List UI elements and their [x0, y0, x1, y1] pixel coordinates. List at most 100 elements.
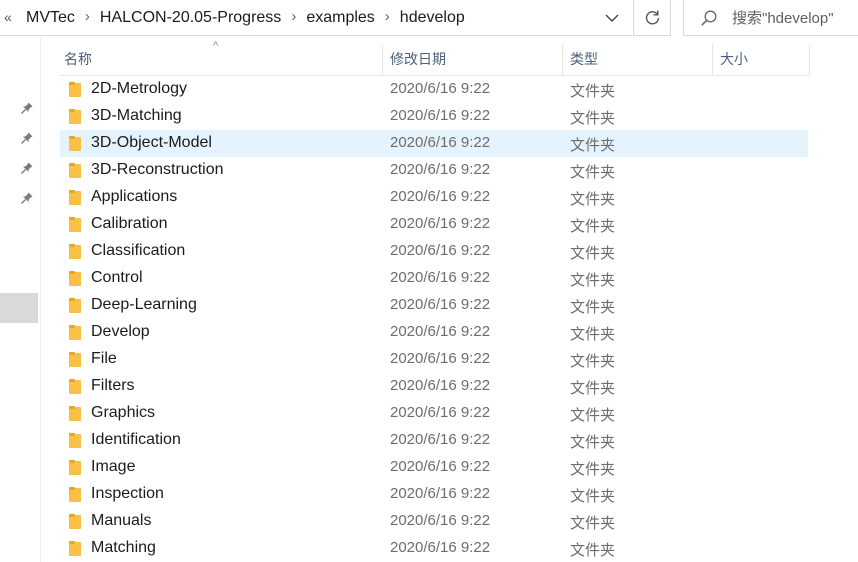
file-date: 2020/6/16 9:22: [390, 323, 491, 340]
column-header: ^ 名称 修改日期 类型 大小: [60, 40, 810, 76]
breadcrumb-separator-icon[interactable]: ›: [79, 8, 96, 25]
nav-selected-item[interactable]: [0, 293, 38, 323]
table-row[interactable]: Develop 2020/6/16 9:22 文件夹: [60, 319, 808, 346]
file-type: 文件夹: [570, 83, 616, 100]
folder-icon: [69, 163, 81, 178]
breadcrumb-overflow-button[interactable]: «: [4, 9, 12, 25]
file-name[interactable]: Inspection: [91, 485, 164, 503]
breadcrumb-separator-icon[interactable]: ›: [379, 8, 396, 25]
search-icon: [700, 9, 718, 27]
folder-icon: [69, 136, 81, 151]
breadcrumb-item-examples[interactable]: examples: [302, 9, 378, 27]
column-header-type[interactable]: 类型: [570, 44, 598, 75]
file-date: 2020/6/16 9:22: [390, 377, 491, 394]
sort-ascending-icon: ^: [213, 40, 219, 52]
search-input[interactable]: 搜索"hdevelop": [683, 0, 858, 36]
table-row[interactable]: Graphics 2020/6/16 9:22 文件夹: [60, 400, 808, 427]
file-date: 2020/6/16 9:22: [390, 350, 491, 367]
column-header-size[interactable]: 大小: [720, 44, 748, 75]
breadcrumb-item-hdevelop[interactable]: hdevelop: [396, 9, 469, 27]
table-row[interactable]: Matching 2020/6/16 9:22 文件夹: [60, 535, 808, 562]
table-row[interactable]: Applications 2020/6/16 9:22 文件夹: [60, 184, 808, 211]
file-name[interactable]: 3D-Reconstruction: [91, 161, 224, 179]
file-name[interactable]: Matching: [91, 539, 156, 557]
file-date: 2020/6/16 9:22: [390, 404, 491, 421]
breadcrumb-item-halcon[interactable]: HALCON-20.05-Progress: [96, 9, 285, 27]
table-row[interactable]: File 2020/6/16 9:22 文件夹: [60, 346, 808, 373]
refresh-icon: [645, 10, 659, 25]
column-header-name[interactable]: 名称: [64, 44, 92, 75]
file-name[interactable]: Applications: [91, 188, 177, 206]
table-row[interactable]: Image 2020/6/16 9:22 文件夹: [60, 454, 808, 481]
table-row[interactable]: Control 2020/6/16 9:22 文件夹: [60, 265, 808, 292]
column-divider[interactable]: [712, 44, 713, 75]
file-date: 2020/6/16 9:22: [390, 539, 491, 556]
file-date: 2020/6/16 9:22: [390, 107, 491, 124]
file-date: 2020/6/16 9:22: [390, 458, 491, 475]
file-date: 2020/6/16 9:22: [390, 296, 491, 313]
column-divider[interactable]: [809, 44, 810, 75]
folder-icon: [69, 190, 81, 205]
table-row[interactable]: Manuals 2020/6/16 9:22 文件夹: [60, 508, 808, 535]
file-name[interactable]: Graphics: [91, 404, 155, 422]
breadcrumb-separator-icon[interactable]: ›: [285, 8, 302, 25]
pin-icon[interactable]: [20, 191, 34, 205]
table-row[interactable]: 3D-Reconstruction 2020/6/16 9:22 文件夹: [60, 157, 808, 184]
file-name[interactable]: Control: [91, 269, 143, 287]
refresh-button[interactable]: [633, 0, 671, 36]
folder-icon: [69, 217, 81, 232]
file-type: 文件夹: [570, 515, 616, 532]
file-name[interactable]: Manuals: [91, 512, 151, 530]
file-name[interactable]: 3D-Matching: [91, 107, 182, 125]
file-name[interactable]: Deep-Learning: [91, 296, 197, 314]
column-divider[interactable]: [562, 44, 563, 75]
file-name[interactable]: Develop: [91, 323, 150, 341]
breadcrumb: MVTec › HALCON-20.05-Progress › examples…: [22, 0, 469, 35]
table-row[interactable]: Classification 2020/6/16 9:22 文件夹: [60, 238, 808, 265]
file-name[interactable]: File: [91, 350, 117, 368]
table-row[interactable]: Inspection 2020/6/16 9:22 文件夹: [60, 481, 808, 508]
address-bar[interactable]: « MVTec › HALCON-20.05-Progress › exampl…: [0, 0, 632, 36]
pin-icon[interactable]: [20, 161, 34, 175]
folder-icon: [69, 109, 81, 124]
file-name[interactable]: Filters: [91, 377, 135, 395]
table-row[interactable]: Identification 2020/6/16 9:22 文件夹: [60, 427, 808, 454]
folder-icon: [69, 433, 81, 448]
column-header-date[interactable]: 修改日期: [390, 44, 446, 75]
file-date: 2020/6/16 9:22: [390, 512, 491, 529]
file-date: 2020/6/16 9:22: [390, 215, 491, 232]
file-type: 文件夹: [570, 461, 616, 478]
folder-icon: [69, 460, 81, 475]
breadcrumb-item-mvtec[interactable]: MVTec: [22, 9, 79, 27]
navigation-pane: [0, 36, 41, 562]
file-name[interactable]: 2D-Metrology: [91, 80, 187, 98]
file-date: 2020/6/16 9:22: [390, 188, 491, 205]
folder-icon: [69, 271, 81, 286]
table-row[interactable]: Calibration 2020/6/16 9:22 文件夹: [60, 211, 808, 238]
folder-icon: [69, 244, 81, 259]
file-name[interactable]: Image: [91, 458, 135, 476]
search-placeholder: 搜索"hdevelop": [732, 10, 834, 27]
pin-icon[interactable]: [20, 131, 34, 145]
file-date: 2020/6/16 9:22: [390, 80, 491, 97]
table-row[interactable]: 3D-Matching 2020/6/16 9:22 文件夹: [60, 103, 808, 130]
file-name[interactable]: Classification: [91, 242, 185, 260]
table-row[interactable]: 3D-Object-Model 2020/6/16 9:22 文件夹: [60, 130, 808, 157]
table-row[interactable]: 2D-Metrology 2020/6/16 9:22 文件夹: [60, 76, 808, 103]
folder-icon: [69, 82, 81, 97]
file-type: 文件夹: [570, 272, 616, 289]
file-name[interactable]: Identification: [91, 431, 181, 449]
folder-icon: [69, 487, 81, 502]
folder-icon: [69, 379, 81, 394]
column-divider[interactable]: [382, 44, 383, 75]
pin-icon[interactable]: [20, 101, 34, 115]
file-name[interactable]: Calibration: [91, 215, 167, 233]
table-row[interactable]: Deep-Learning 2020/6/16 9:22 文件夹: [60, 292, 808, 319]
file-name[interactable]: 3D-Object-Model: [91, 134, 212, 152]
folder-icon: [69, 325, 81, 340]
table-row[interactable]: Filters 2020/6/16 9:22 文件夹: [60, 373, 808, 400]
chevron-down-icon: [605, 14, 619, 22]
address-history-button[interactable]: [600, 6, 624, 30]
file-type: 文件夹: [570, 191, 616, 208]
file-date: 2020/6/16 9:22: [390, 431, 491, 448]
